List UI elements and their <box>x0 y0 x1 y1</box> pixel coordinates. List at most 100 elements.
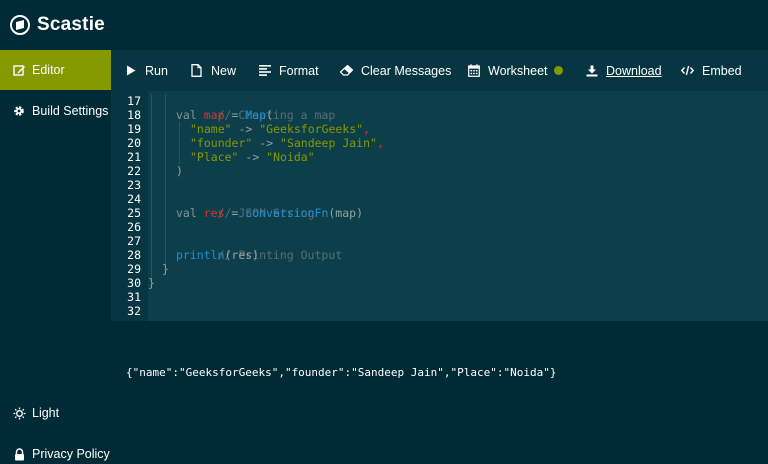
code-line-22: ) <box>176 164 183 178</box>
code-punct: ( <box>266 108 273 122</box>
line-number: 22 <box>127 164 141 178</box>
code-string: "Noida" <box>266 150 315 164</box>
sidebar-item-light[interactable]: Light <box>0 393 111 433</box>
download-icon <box>585 64 598 77</box>
code-line-21: "Place" -> "Noida" <box>190 150 315 164</box>
code-string: "Sandeep Jain" <box>280 136 377 150</box>
run-button[interactable]: Run <box>124 50 168 91</box>
code-string: "name" <box>190 122 232 136</box>
code-keyword: val <box>176 206 197 220</box>
worksheet-toggle[interactable]: Worksheet <box>467 50 563 91</box>
line-number: 28 <box>127 248 141 262</box>
code-operator: = <box>224 206 246 220</box>
code-line-28: println(res) <box>176 248 259 262</box>
sidebar-item-editor[interactable]: Editor <box>0 50 111 90</box>
line-number: 31 <box>127 290 141 304</box>
format-button[interactable]: Format <box>258 50 319 91</box>
line-number: 19 <box>127 122 141 136</box>
line-number-gutter: 17 18 19 20 21 22 23 24 25 26 27 28 29 3… <box>111 91 148 321</box>
console-panel: {"name":"GeeksforGeeks","founder":"Sande… <box>111 321 768 464</box>
file-icon <box>190 64 203 77</box>
line-number: 23 <box>127 178 141 192</box>
align-left-icon <box>258 64 271 77</box>
line-number: 20 <box>127 136 141 150</box>
sidebar-item-label: Editor <box>32 63 65 77</box>
line-number: 25 <box>127 206 141 220</box>
line-number: 17 <box>127 94 141 108</box>
line-number: 24 <box>127 192 141 206</box>
indent-guide <box>165 94 166 266</box>
code-argument: (res) <box>224 248 260 262</box>
code-string: "Place" <box>190 150 239 164</box>
sidebar-item-privacy-policy[interactable]: Privacy Policy <box>0 434 111 464</box>
code-punct: , <box>363 122 371 136</box>
code-variable: res <box>203 206 225 220</box>
code-punct: ) <box>176 164 183 178</box>
code-operator: = <box>224 108 246 122</box>
new-label: New <box>211 63 237 78</box>
download-link[interactable]: Download <box>585 50 662 91</box>
line-number: 21 <box>127 150 141 164</box>
line-number: 27 <box>127 234 141 248</box>
code-string: "GeeksforGeeks" <box>259 122 364 136</box>
logo[interactable]: Scastie <box>10 14 105 36</box>
code-line-30: } <box>148 276 155 290</box>
indent-guide <box>151 94 152 280</box>
worksheet-status-dot <box>553 66 563 75</box>
code-punct: , <box>376 136 384 150</box>
app-title: Scastie <box>37 14 105 35</box>
console-output: {"name":"GeeksforGeeks","founder":"Sande… <box>126 366 557 379</box>
line-number: 18 <box>127 108 141 122</box>
code-editor[interactable]: 17 18 19 20 21 22 23 24 25 26 27 28 29 3… <box>111 91 768 321</box>
code-line-24: // JSON String <box>176 192 315 220</box>
scastie-logo-icon <box>10 15 30 35</box>
code-punct: } <box>162 262 169 276</box>
code-keyword: val <box>176 108 197 122</box>
code-operator: -> <box>238 150 267 164</box>
clear-messages-button[interactable]: Clear Messages <box>340 50 451 91</box>
line-number: 30 <box>127 276 141 290</box>
calendar-icon <box>467 64 480 77</box>
header: Scastie <box>0 0 768 50</box>
clear-messages-label: Clear Messages <box>361 63 452 78</box>
run-label: Run <box>145 63 168 78</box>
code-function: conversionFn <box>245 206 329 220</box>
code-variable: map <box>203 108 225 122</box>
new-button[interactable]: New <box>190 50 236 91</box>
sidebar-item-label: Build Settings <box>32 104 109 118</box>
gear-icon <box>12 104 26 118</box>
code-punct: } <box>148 276 155 290</box>
worksheet-label: Worksheet <box>488 63 548 78</box>
code-operator: -> <box>252 136 281 150</box>
code-function: Map <box>245 108 267 122</box>
play-icon <box>124 64 137 77</box>
eraser-icon <box>340 64 353 77</box>
code-line-20: "founder" -> "Sandeep Jain", <box>190 136 384 150</box>
line-number: 29 <box>127 262 141 276</box>
code-line-17: // Creating a map <box>176 94 336 122</box>
embed-label: Embed <box>702 63 742 78</box>
code-line-27: // Printing Output <box>176 234 343 262</box>
toolbar: Run New Format Clear Messages Worksheet … <box>111 50 768 91</box>
code-operator: -> <box>231 122 260 136</box>
code-area[interactable]: // Creating a map val map = Map( "name" … <box>148 91 768 321</box>
sidebar-item-label: Light <box>32 406 60 420</box>
download-label: Download <box>606 63 662 78</box>
sidebar-item-label: Privacy Policy <box>32 447 110 461</box>
code-line-18: val map = Map( <box>176 108 273 122</box>
format-label: Format <box>279 63 319 78</box>
embed-button[interactable]: Embed <box>681 50 742 91</box>
sidebar-item-build-settings[interactable]: Build Settings <box>0 91 111 131</box>
code-icon <box>681 64 694 77</box>
code-function: println <box>176 248 225 262</box>
code-line-29: } <box>162 262 169 276</box>
sidebar: Editor Build Settings Light Privacy Poli… <box>0 50 111 464</box>
code-argument: (map) <box>328 206 363 220</box>
code-line-25: val res = conversionFn(map) <box>176 206 363 220</box>
code-string: "founder" <box>190 136 253 150</box>
line-number: 26 <box>127 220 141 234</box>
line-number: 32 <box>127 304 141 318</box>
edit-icon <box>12 63 26 77</box>
code-line-19: "name" -> "GeeksforGeeks", <box>190 122 370 136</box>
sun-icon <box>12 406 26 420</box>
